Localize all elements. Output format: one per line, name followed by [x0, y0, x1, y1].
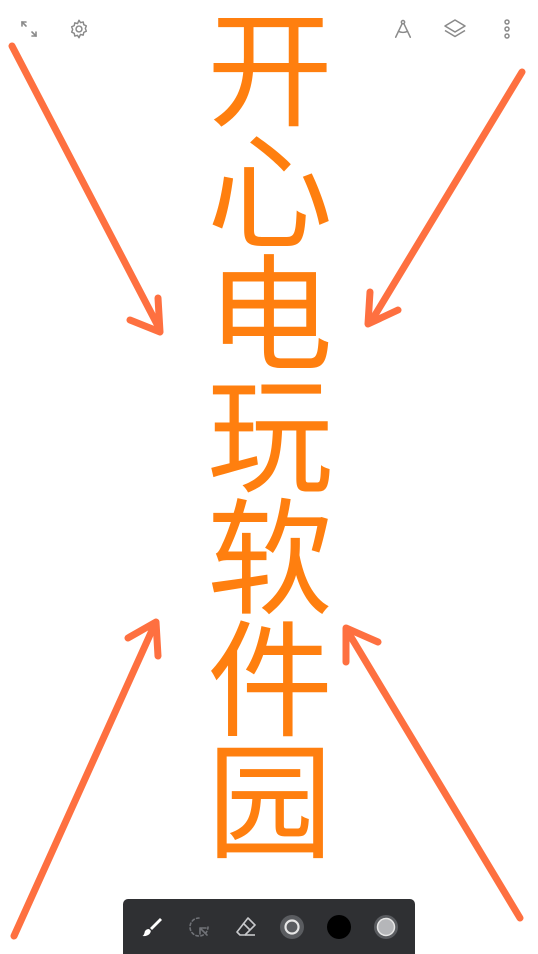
- canvas-char: 玩: [207, 365, 333, 512]
- brush-size-tool[interactable]: [272, 907, 312, 947]
- eraser-tool[interactable]: [226, 907, 266, 947]
- bottom-toolbar: [123, 899, 415, 954]
- canvas-char: 软: [207, 487, 333, 634]
- canvas-char: 开: [207, 0, 333, 146]
- canvas-char: 心: [207, 121, 333, 268]
- color-swatch[interactable]: [319, 907, 359, 947]
- canvas-char: 电: [207, 243, 333, 390]
- opacity-tool[interactable]: [366, 907, 406, 947]
- canvas-char: 件: [207, 609, 333, 756]
- fullscreen-icon[interactable]: [14, 14, 44, 44]
- topbar-right: [388, 14, 522, 44]
- canvas-vertical-text: 开 心 电 玩 软 件 园: [200, 0, 340, 878]
- layers-icon[interactable]: [440, 14, 470, 44]
- brush-tool[interactable]: [132, 907, 172, 947]
- settings-icon[interactable]: [64, 14, 94, 44]
- topbar-left: [14, 14, 94, 44]
- ruler-compass-icon[interactable]: [388, 14, 418, 44]
- more-vertical-icon[interactable]: [492, 14, 522, 44]
- lasso-select-tool[interactable]: [179, 907, 219, 947]
- canvas-char: 园: [207, 731, 333, 878]
